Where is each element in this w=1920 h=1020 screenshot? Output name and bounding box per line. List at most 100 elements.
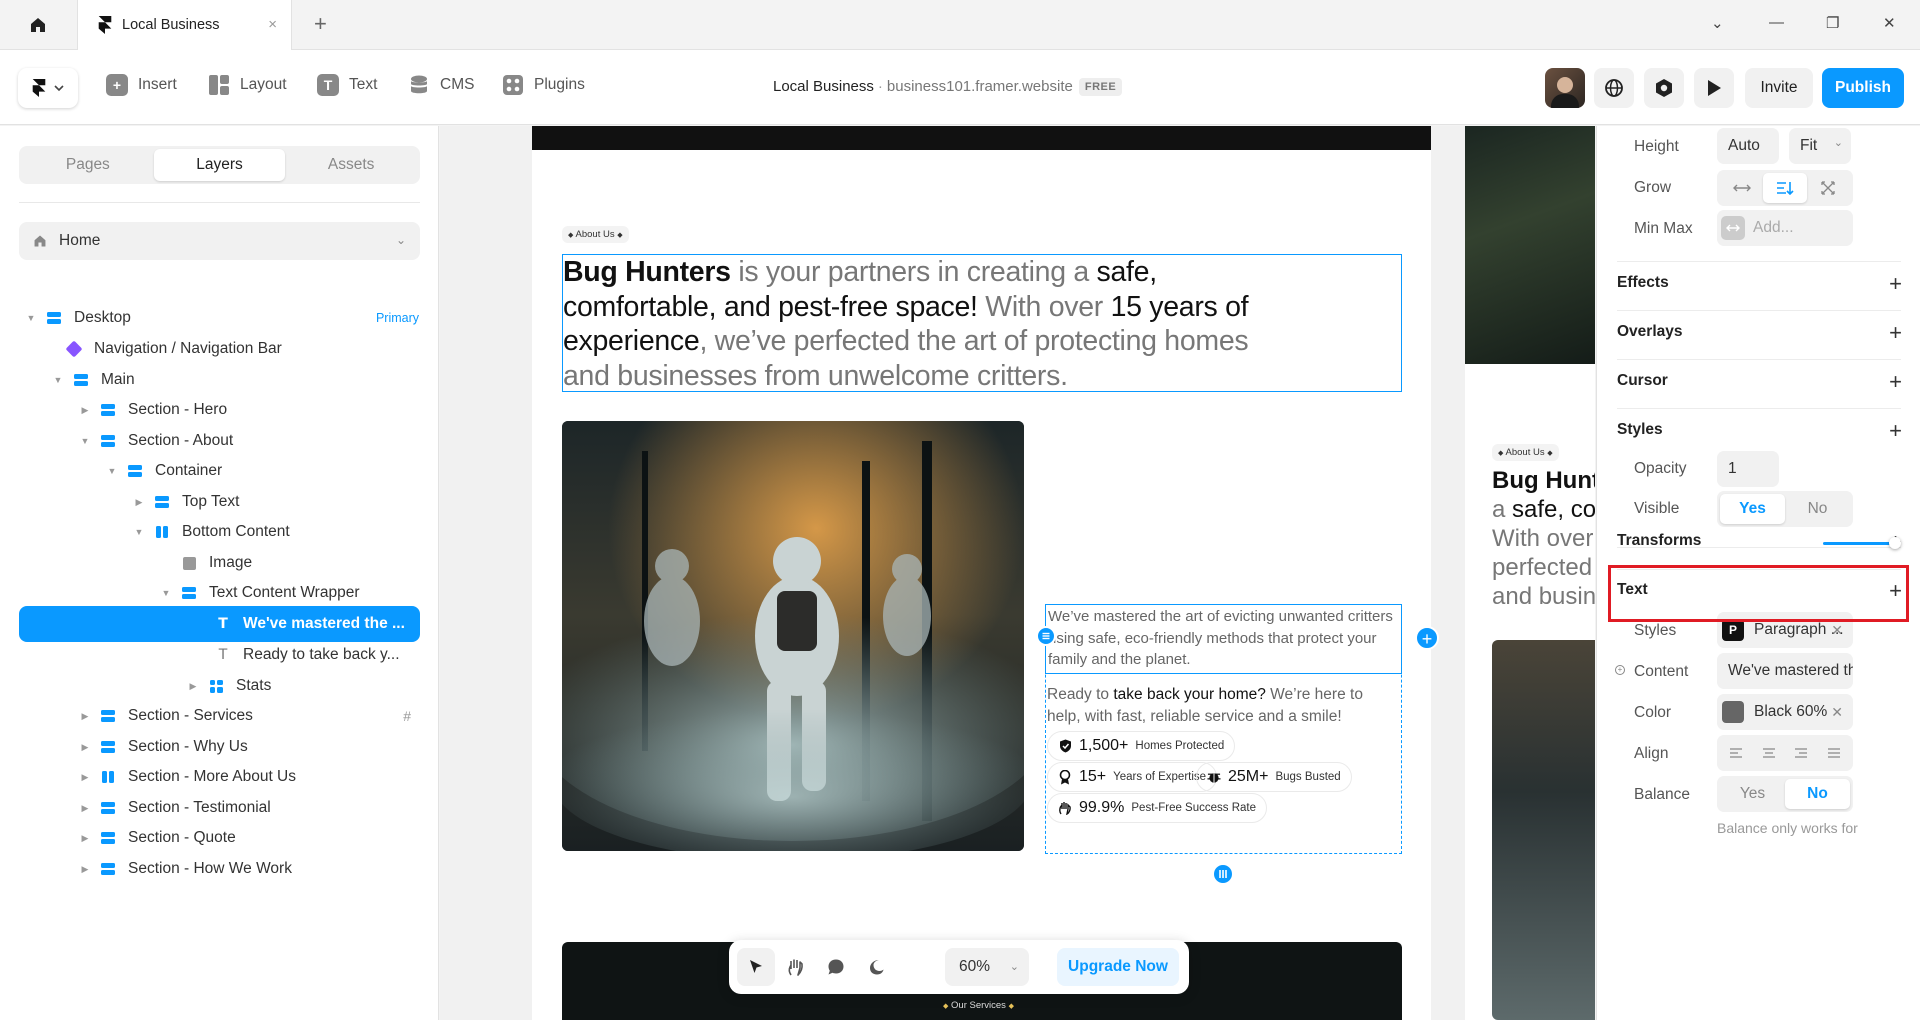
- remove-style-icon[interactable]: ✕: [1831, 622, 1843, 639]
- align-right-option[interactable]: [1785, 738, 1818, 768]
- add-overlay-icon[interactable]: +: [1889, 322, 1902, 344]
- balance-no-option[interactable]: No: [1785, 779, 1850, 809]
- layers-panel: Pages Layers Assets Home ⌄ ▼ Desktop Pri…: [0, 126, 439, 1020]
- opacity-input[interactable]: 1: [1717, 451, 1779, 487]
- layer-section-testimonial[interactable]: ▶ Section - Testimonial: [0, 793, 439, 823]
- layer-section-more-about-us[interactable]: ▶ Section - More About Us: [0, 762, 439, 792]
- color-select[interactable]: Black 60% ✕: [1717, 694, 1853, 730]
- minmax-input[interactable]: Add...: [1717, 210, 1853, 246]
- variable-add-icon[interactable]: +: [1615, 665, 1625, 675]
- tablet-frame-preview[interactable]: ◆ About Us ◆ Bug Hunt a safe, co With ov…: [1465, 126, 1595, 1020]
- minimize-icon[interactable]: —: [1769, 14, 1784, 31]
- layer-bottom-content[interactable]: ▼ Bottom Content: [0, 517, 439, 547]
- layer-label: Section - How We Work: [128, 860, 292, 877]
- layer-text-content-wrapper[interactable]: ▼ Text Content Wrapper: [0, 578, 439, 608]
- opacity-slider-track[interactable]: [1823, 542, 1895, 545]
- cms-button[interactable]: CMS: [408, 74, 474, 96]
- tabs-dropdown-icon[interactable]: ⌄: [1711, 14, 1724, 32]
- add-effect-icon[interactable]: +: [1889, 273, 1902, 295]
- stat-success-rate[interactable]: 99.9% Pest-Free Success Rate: [1047, 793, 1268, 823]
- remove-color-icon[interactable]: ✕: [1831, 704, 1843, 721]
- layer-desktop[interactable]: ▼ Desktop Primary: [0, 303, 439, 333]
- design-canvas[interactable]: ◆ About Us ◆ Bug Hunters is your partner…: [440, 126, 1595, 1020]
- home-button[interactable]: [0, 0, 76, 50]
- align-left-option[interactable]: [1720, 738, 1753, 768]
- select-tool-button[interactable]: [737, 948, 775, 986]
- stat-bugs-busted[interactable]: 25M+ Bugs Busted: [1196, 762, 1352, 792]
- cursor-icon: [750, 960, 762, 973]
- stat-label: Pest-Free Success Rate: [1131, 802, 1257, 814]
- height-input[interactable]: Auto: [1717, 128, 1779, 164]
- layer-section-hero[interactable]: ▶ Section - Hero: [0, 395, 439, 425]
- stack-gap-handle[interactable]: [1212, 863, 1234, 885]
- tab-layers[interactable]: Layers: [153, 149, 286, 181]
- layer-section-services[interactable]: ▶ Section - Services #: [0, 701, 439, 731]
- framer-logo-icon: [98, 16, 112, 34]
- layer-container[interactable]: ▼ Container: [0, 456, 439, 486]
- grow-horizontal-option[interactable]: [1720, 173, 1763, 203]
- layer-navigation-bar[interactable]: Navigation / Navigation Bar: [0, 334, 439, 364]
- layer-section-how-we-work[interactable]: ▶ Section - How We Work: [0, 854, 439, 884]
- close-tab-icon[interactable]: ×: [268, 16, 277, 33]
- layer-section-why-us[interactable]: ▶ Section - Why Us: [0, 732, 439, 762]
- balance-yes-option[interactable]: Yes: [1720, 779, 1785, 809]
- stat-homes-protected[interactable]: 1,500+ Homes Protected: [1047, 731, 1236, 761]
- layer-ready-text[interactable]: T Ready to take back y...: [0, 640, 439, 670]
- comment-tool-button[interactable]: [817, 948, 855, 986]
- layer-section-about[interactable]: ▼ Section - About: [0, 426, 439, 456]
- framer-menu-button[interactable]: [18, 68, 78, 108]
- exterminator-image[interactable]: [562, 421, 1024, 851]
- home-icon: [31, 18, 45, 32]
- hand-tool-button[interactable]: [777, 948, 815, 986]
- close-window-icon[interactable]: ✕: [1883, 14, 1896, 32]
- invite-button[interactable]: Invite: [1745, 68, 1813, 108]
- layer-stats[interactable]: ▶ Stats: [0, 671, 439, 701]
- align-center-option[interactable]: [1753, 738, 1786, 768]
- avatar[interactable]: [1545, 68, 1585, 108]
- insert-button[interactable]: + Insert: [106, 74, 177, 96]
- navigation-bar-preview[interactable]: [532, 126, 1431, 150]
- dark-mode-button[interactable]: [857, 948, 895, 986]
- plugins-button[interactable]: Plugins: [502, 74, 585, 96]
- stack-direction-handle[interactable]: [1036, 626, 1056, 646]
- layout-button[interactable]: Layout: [208, 74, 287, 96]
- grow-both-option[interactable]: [1807, 173, 1850, 203]
- preview-play-button[interactable]: [1694, 68, 1734, 108]
- upgrade-now-button[interactable]: Upgrade Now: [1057, 948, 1179, 986]
- site-domain: business101.framer.website: [886, 78, 1073, 95]
- site-title[interactable]: Local Business · business101.framer.websit…: [773, 78, 1123, 96]
- layer-top-text[interactable]: ▶ Top Text: [0, 487, 439, 517]
- align-justify-option[interactable]: [1818, 738, 1851, 768]
- restore-icon[interactable]: ❐: [1826, 14, 1839, 32]
- publish-button[interactable]: Publish: [1822, 68, 1904, 108]
- layer-section-quote[interactable]: ▶ Section - Quote: [0, 823, 439, 853]
- ready-text[interactable]: Ready to take back your home? We’re here…: [1047, 684, 1397, 727]
- new-tab-button[interactable]: +: [314, 11, 327, 37]
- page-selector[interactable]: Home ⌄: [19, 222, 420, 260]
- desktop-frame[interactable]: ◆ About Us ◆ Bug Hunters is your partner…: [532, 126, 1439, 1020]
- preview-settings-button[interactable]: [1644, 68, 1684, 108]
- layer-image[interactable]: Image: [0, 548, 439, 578]
- tab-assets[interactable]: Assets: [285, 149, 417, 181]
- mastered-text[interactable]: We’ve mastered the art of evicting unwan…: [1045, 604, 1402, 674]
- tab-pages[interactable]: Pages: [22, 149, 154, 181]
- text-button[interactable]: T Text: [317, 74, 377, 96]
- project-tab[interactable]: Local Business ×: [77, 0, 292, 50]
- height-mode-select[interactable]: Fit ⌄: [1789, 128, 1851, 164]
- add-style-icon[interactable]: +: [1889, 420, 1902, 442]
- content-input[interactable]: We've mastered th...: [1717, 653, 1853, 689]
- add-layer-handle[interactable]: +: [1415, 626, 1439, 650]
- grow-vertical-option[interactable]: [1763, 173, 1807, 203]
- site-settings-button[interactable]: [1594, 68, 1634, 108]
- visible-yes-option[interactable]: Yes: [1720, 494, 1785, 524]
- zoom-select[interactable]: 60% ⌄: [945, 948, 1029, 986]
- about-us-tag[interactable]: ◆ About Us ◆: [562, 226, 629, 243]
- stack-icon: [100, 739, 116, 755]
- visible-no-option[interactable]: No: [1785, 494, 1850, 524]
- opacity-slider-knob[interactable]: [1889, 537, 1901, 549]
- layer-main[interactable]: ▼ Main: [0, 365, 439, 395]
- layer-mastered-text[interactable]: T We've mastered the ...: [19, 606, 420, 642]
- top-text[interactable]: Bug Hunters is your partners in creating…: [562, 254, 1402, 392]
- add-cursor-icon[interactable]: +: [1889, 371, 1902, 393]
- stat-years-expertise[interactable]: 15+ Years of Expertise: [1047, 762, 1218, 792]
